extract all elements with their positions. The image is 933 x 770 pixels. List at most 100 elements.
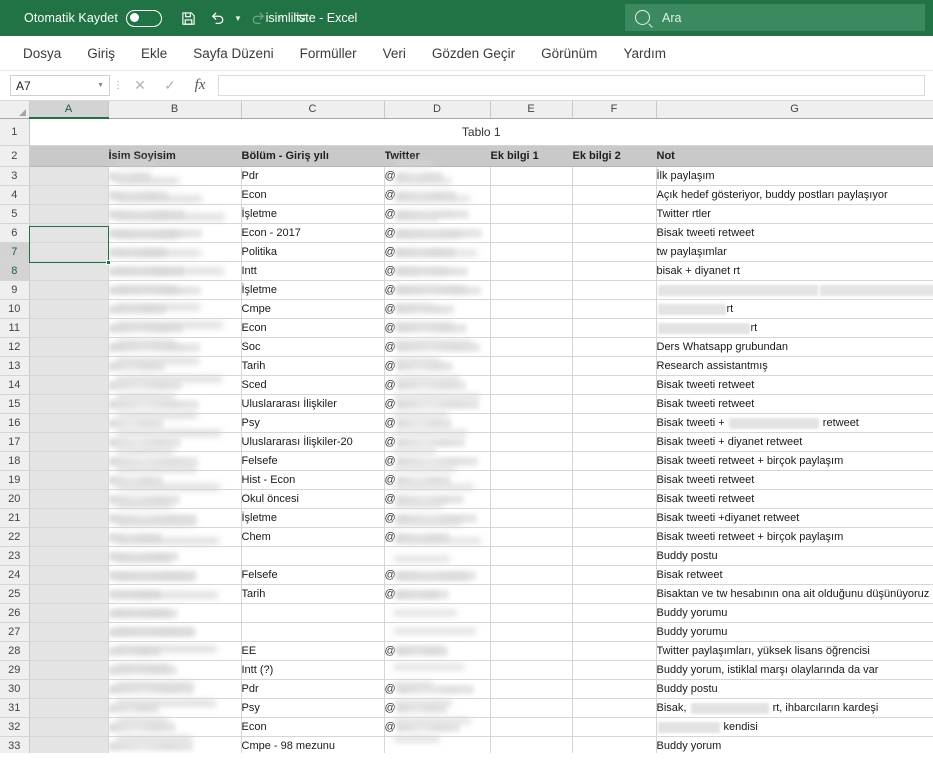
cell-c33[interactable]: Cmpe - 98 mezunu xyxy=(241,737,384,754)
cell-f33[interactable] xyxy=(572,737,656,754)
table-row[interactable]: 12Soc@Ders Whatsapp grubundan xyxy=(0,338,933,357)
cell-e10[interactable] xyxy=(490,300,572,319)
row-header-4[interactable]: 4 xyxy=(0,186,29,205)
cell-b21[interactable] xyxy=(108,509,241,528)
cell-a28[interactable] xyxy=(29,642,108,661)
cell-c18[interactable]: Felsefe xyxy=(241,452,384,471)
table-row[interactable]: 16Psy@Bisak tweeti + retweet xyxy=(0,414,933,433)
cell-g33[interactable]: Buddy yorum xyxy=(656,737,933,754)
cell-a14[interactable] xyxy=(29,376,108,395)
cell-b17[interactable] xyxy=(108,433,241,452)
cell-f17[interactable] xyxy=(572,433,656,452)
cell-b26[interactable] xyxy=(108,604,241,623)
header-cell-e[interactable]: Ek bilgi 1 xyxy=(490,146,572,167)
cell-c5[interactable]: İşletme xyxy=(241,205,384,224)
cell-e6[interactable] xyxy=(490,224,572,243)
cell-e20[interactable] xyxy=(490,490,572,509)
ribbon-tab-sayfa-duzeni[interactable]: Sayfa Düzeni xyxy=(180,42,286,65)
cell-e9[interactable] xyxy=(490,281,572,300)
cell-g4[interactable]: Açık hedef gösteriyor, buddy postları pa… xyxy=(656,186,933,205)
cell-a3[interactable] xyxy=(29,167,108,186)
cell-b20[interactable] xyxy=(108,490,241,509)
cell-b12[interactable] xyxy=(108,338,241,357)
column-header-c[interactable]: C xyxy=(241,101,384,118)
table-row[interactable]: 1 Tablo 1 xyxy=(0,118,933,146)
cell-b28[interactable] xyxy=(108,642,241,661)
cell-g6[interactable]: Bisak tweeti retweet xyxy=(656,224,933,243)
save-icon[interactable] xyxy=(176,5,202,31)
cell-g25[interactable]: Bisaktan ve tw hesabının ona ait olduğun… xyxy=(656,585,933,604)
cell-d32[interactable]: @ xyxy=(384,718,490,737)
table-row[interactable]: 25Tarih@Bisaktan ve tw hesabının ona ait… xyxy=(0,585,933,604)
cell-e19[interactable] xyxy=(490,471,572,490)
row-header-12[interactable]: 12 xyxy=(0,338,29,357)
cell-e8[interactable] xyxy=(490,262,572,281)
cell-c4[interactable]: Econ xyxy=(241,186,384,205)
cell-a12[interactable] xyxy=(29,338,108,357)
cell-c16[interactable]: Psy xyxy=(241,414,384,433)
cell-g14[interactable]: Bisak tweeti retweet xyxy=(656,376,933,395)
cell-g9[interactable]: rt xyxy=(656,281,933,300)
cell-c13[interactable]: Tarih xyxy=(241,357,384,376)
cell-c24[interactable]: Felsefe xyxy=(241,566,384,585)
cell-f8[interactable] xyxy=(572,262,656,281)
cell-e23[interactable] xyxy=(490,547,572,566)
cell-g31[interactable]: Bisak, rt, ihbarcıların kardeşi xyxy=(656,699,933,718)
cell-g8[interactable]: bisak + diyanet rt xyxy=(656,262,933,281)
table-row[interactable]: 10Cmpe@rt xyxy=(0,300,933,319)
cell-g10[interactable]: rt xyxy=(656,300,933,319)
cell-e13[interactable] xyxy=(490,357,572,376)
cell-e30[interactable] xyxy=(490,680,572,699)
row-header-11[interactable]: 11 xyxy=(0,319,29,338)
table-row[interactable]: 21İşletme@Bisak tweeti +diyanet retweet xyxy=(0,509,933,528)
cell-e22[interactable] xyxy=(490,528,572,547)
cell-c19[interactable]: Hist - Econ xyxy=(241,471,384,490)
cell-b23[interactable] xyxy=(108,547,241,566)
cell-c12[interactable]: Soc xyxy=(241,338,384,357)
cell-a24[interactable] xyxy=(29,566,108,585)
table-row[interactable]: 7Politika@tw paylaşımlar xyxy=(0,243,933,262)
row-header-26[interactable]: 26 xyxy=(0,604,29,623)
cell-c27[interactable] xyxy=(241,623,384,642)
cell-d25[interactable]: @ xyxy=(384,585,490,604)
cell-b13[interactable] xyxy=(108,357,241,376)
cell-g28[interactable]: Twitter paylaşımları, yüksek lisans öğre… xyxy=(656,642,933,661)
cell-f7[interactable] xyxy=(572,243,656,262)
header-cell-g[interactable]: Not xyxy=(656,146,933,167)
cell-e31[interactable] xyxy=(490,699,572,718)
row-header-10[interactable]: 10 xyxy=(0,300,29,319)
table-row[interactable]: 9İşletme@rt xyxy=(0,281,933,300)
cell-a16[interactable] xyxy=(29,414,108,433)
cell-d30[interactable]: @ xyxy=(384,680,490,699)
cell-d19[interactable]: @ xyxy=(384,471,490,490)
cell-c8[interactable]: Intt xyxy=(241,262,384,281)
cell-f18[interactable] xyxy=(572,452,656,471)
cell-a30[interactable] xyxy=(29,680,108,699)
cell-f6[interactable] xyxy=(572,224,656,243)
sheet-title-cell[interactable]: Tablo 1 xyxy=(29,118,933,146)
cell-g21[interactable]: Bisak tweeti +diyanet retweet xyxy=(656,509,933,528)
row-header-32[interactable]: 32 xyxy=(0,718,29,737)
cell-b16[interactable] xyxy=(108,414,241,433)
cell-a4[interactable] xyxy=(29,186,108,205)
cell-e4[interactable] xyxy=(490,186,572,205)
table-row[interactable]: 31Psy@Bisak, rt, ihbarcıların kardeşi xyxy=(0,699,933,718)
row-header-33[interactable]: 33 xyxy=(0,737,29,754)
cell-b25[interactable] xyxy=(108,585,241,604)
row-header-22[interactable]: 22 xyxy=(0,528,29,547)
ribbon-tab-formuller[interactable]: Formüller xyxy=(287,42,370,65)
cell-b27[interactable] xyxy=(108,623,241,642)
cell-f13[interactable] xyxy=(572,357,656,376)
cell-e26[interactable] xyxy=(490,604,572,623)
cell-a13[interactable] xyxy=(29,357,108,376)
cell-e28[interactable] xyxy=(490,642,572,661)
cell-e24[interactable] xyxy=(490,566,572,585)
cell-a11[interactable] xyxy=(29,319,108,338)
cell-d23[interactable] xyxy=(384,547,490,566)
cell-b19[interactable] xyxy=(108,471,241,490)
cell-f29[interactable] xyxy=(572,661,656,680)
cell-d17[interactable]: @ xyxy=(384,433,490,452)
row-header-21[interactable]: 21 xyxy=(0,509,29,528)
cell-b14[interactable] xyxy=(108,376,241,395)
cell-f23[interactable] xyxy=(572,547,656,566)
